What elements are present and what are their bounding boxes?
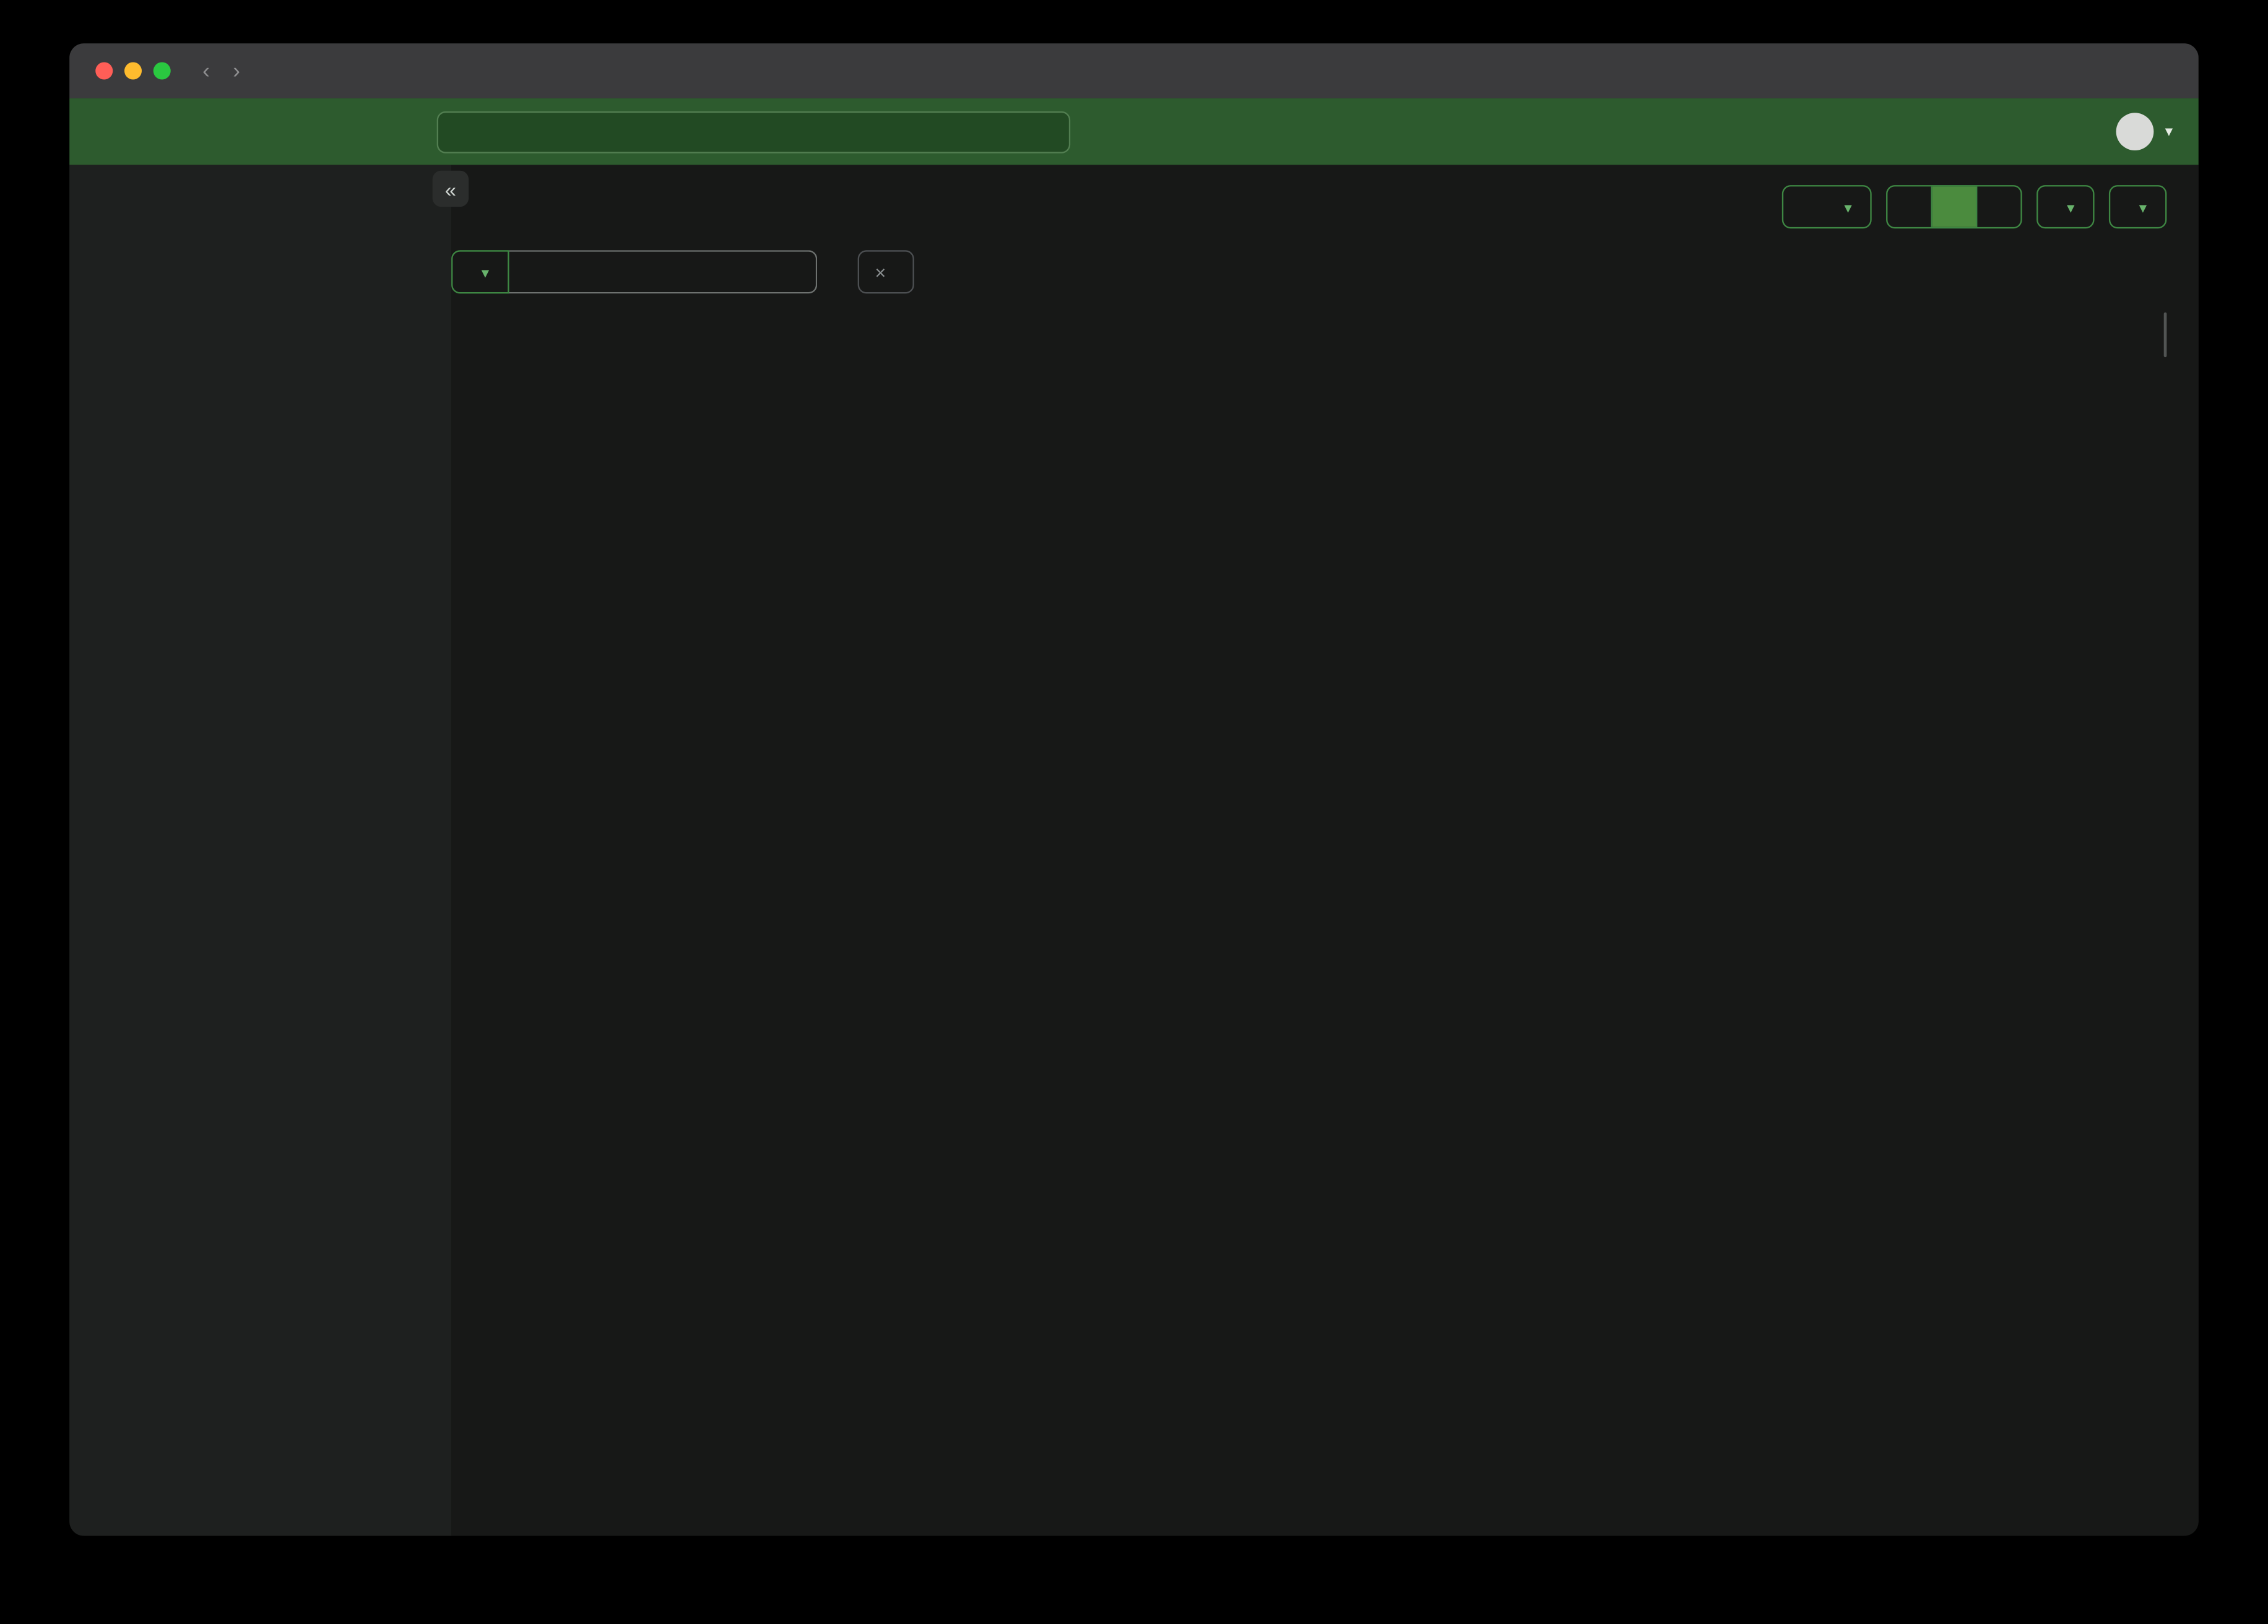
browser-back-icon[interactable]: ‹ — [202, 59, 210, 84]
detail-view-icon — [1988, 195, 2010, 218]
traffic-lights — [95, 62, 171, 80]
grid-view-button[interactable] — [1933, 186, 1978, 227]
filter-query-input[interactable] — [509, 250, 818, 294]
sort-button[interactable]: ▼ — [2036, 185, 2095, 229]
list-view-icon — [1898, 195, 1921, 218]
close-icon: × — [875, 261, 886, 283]
detail-view-button[interactable] — [1978, 186, 2021, 227]
app-brand[interactable] — [93, 117, 437, 146]
search-icon — [452, 121, 474, 142]
reset-filters-button[interactable]: × — [857, 250, 914, 294]
select-button[interactable]: ▼ — [1782, 185, 1872, 229]
share-icon[interactable] — [2149, 56, 2175, 82]
sidebar-item-documentation[interactable] — [69, 1471, 451, 1515]
list-view-button[interactable] — [1888, 186, 1933, 227]
view-toggle-group — [1886, 185, 2023, 229]
zoom-window-button[interactable] — [153, 62, 171, 80]
global-search[interactable] — [436, 110, 1071, 153]
title-content-filter: ▼ — [451, 250, 818, 294]
grid-view-icon — [1943, 195, 1966, 218]
app-version — [69, 1516, 451, 1521]
user-icon — [2123, 119, 2147, 144]
documents-page: ▼ ▼ ▼ ▼ × — [451, 165, 2199, 1536]
pagination — [2163, 312, 2167, 358]
browser-forward-icon[interactable]: › — [233, 59, 240, 84]
app-window: ‹ › ▼ « ▼ ▼ ▼ ▼ × — [69, 43, 2199, 1536]
filter-bar: ▼ × — [451, 250, 2166, 294]
sidebar-collapse-button[interactable]: « — [432, 170, 469, 207]
sidebar: « — [69, 165, 469, 1536]
app-navbar: ▼ — [69, 98, 2199, 165]
minimize-window-button[interactable] — [124, 62, 142, 80]
titlebar: ‹ › — [69, 43, 2199, 98]
views-button[interactable]: ▼ — [2109, 185, 2167, 229]
toolbar: ▼ ▼ ▼ — [1782, 185, 2167, 229]
chevron-down-icon: ▼ — [2162, 124, 2176, 139]
account-menu[interactable]: ▼ — [2116, 113, 2176, 151]
field-selector-button[interactable]: ▼ — [451, 250, 509, 294]
search-input[interactable] — [486, 119, 1055, 144]
paperless-logo-icon — [93, 117, 122, 146]
desktop: ‹ › ▼ « ▼ ▼ ▼ ▼ × — [0, 0, 2268, 1624]
avatar — [2116, 113, 2154, 151]
select-list-icon — [1799, 196, 1821, 218]
close-window-button[interactable] — [95, 62, 113, 80]
help-icon — [95, 1481, 120, 1506]
